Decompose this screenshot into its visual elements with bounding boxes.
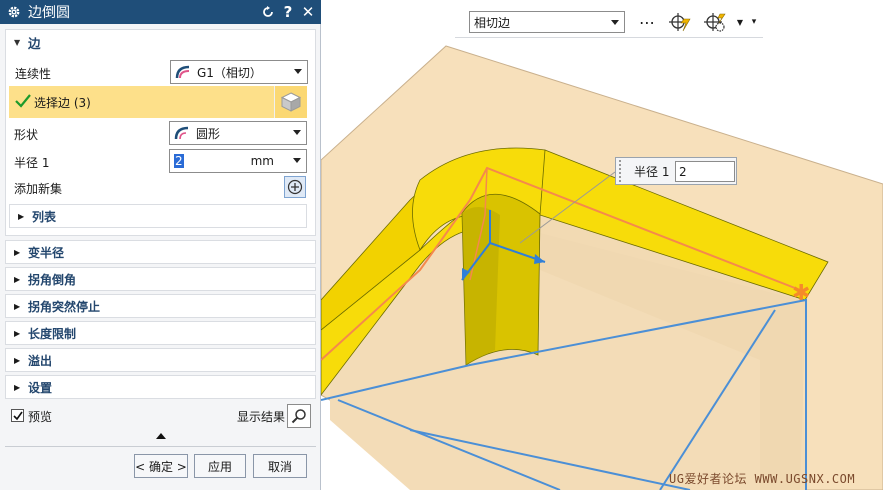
show-result-button[interactable] (287, 404, 311, 428)
group-label: 变半径 (28, 245, 65, 260)
radius-input[interactable]: 2 mm (169, 149, 307, 173)
model-canvas[interactable]: ✱ (321, 0, 883, 490)
footer-separator (5, 446, 316, 447)
expand-arrow-icon: ▼ (14, 37, 21, 47)
graphics-viewport[interactable]: ✱ UG爱好者论坛 WWW.UGSNX.COM (321, 0, 883, 490)
snap-point-icon[interactable] (667, 9, 693, 35)
overflow-group[interactable]: ▶ 溢出 (5, 348, 316, 372)
edge-group-header[interactable]: ▼ 边 (6, 30, 315, 54)
list-label: 列表 (32, 209, 57, 224)
watermark: UG爱好者论坛 WWW.UGSNX.COM (669, 472, 856, 486)
preview-checkbox[interactable] (11, 409, 24, 422)
shape-circular-icon (174, 126, 189, 140)
select-edge-label: 选择边 (3) (34, 95, 91, 110)
type-filter-select[interactable]: 相切边 (469, 11, 625, 33)
group-label: 溢出 (28, 353, 53, 368)
length-limit-group[interactable]: ▶ 长度限制 (5, 321, 316, 345)
more-options-icon[interactable]: ⋯ (637, 9, 657, 35)
expand-right-arrow-icon: ▶ (14, 274, 21, 284)
plus-circle-icon (287, 179, 303, 195)
dialog-footer: 预览 显示结果 < 确定 > 应用 取消 (0, 400, 321, 490)
select-edge-button[interactable] (274, 86, 307, 118)
edge-blend-dialog: 边倒圆 ? ✕ ▼ 边 连续性 G1（相切） 选择边 (3) 形状 圆形 半径 … (0, 0, 321, 490)
show-result-label: 显示结果 (237, 410, 286, 424)
toolbar-options-icon[interactable]: ▾ (749, 9, 759, 35)
group-label: 拐角突然停止 (28, 299, 101, 314)
variable-radius-group[interactable]: ▶ 变半径 (5, 240, 316, 264)
selection-toolbar: 相切边 ⋯ ▼ ▾ (455, 6, 763, 38)
expand-right-arrow-icon: ▶ (14, 328, 21, 338)
dropdown-arrow-icon[interactable]: ▼ (735, 9, 745, 35)
shape-select[interactable]: 圆形 (169, 121, 307, 145)
select-edge-row[interactable]: 选择边 (3) (9, 86, 307, 118)
expand-right-arrow-icon: ▶ (14, 355, 21, 365)
blend-continuity-icon (175, 65, 190, 79)
dialog-title: 边倒圆 (28, 5, 70, 21)
expand-right-arrow-icon: ▶ (14, 247, 21, 257)
continuity-value: G1（相切） (197, 65, 262, 80)
cube-icon (280, 92, 302, 112)
corner-setback-group[interactable]: ▶ 拐角倒角 (5, 267, 316, 291)
checkmark-icon (12, 411, 23, 420)
snap-settings-icon[interactable] (703, 9, 731, 35)
dropdown-arrow-icon (611, 20, 619, 25)
group-label: 长度限制 (28, 326, 77, 341)
expand-right-arrow-icon: ▶ (14, 382, 21, 392)
expand-right-arrow-icon: ▶ (14, 301, 21, 311)
list-subgroup[interactable]: ▶ 列表 (9, 204, 307, 228)
magnifier-icon (291, 409, 306, 424)
type-filter-value: 相切边 (474, 15, 511, 30)
check-icon (15, 93, 31, 111)
onscreen-radius-field[interactable]: 2 (675, 161, 735, 182)
edge-group-label: 边 (28, 35, 41, 51)
help-icon[interactable]: ? (279, 3, 297, 21)
expand-right-arrow-icon: ▶ (18, 211, 25, 221)
add-new-set-button[interactable] (284, 176, 306, 198)
group-label: 拐角倒角 (28, 272, 77, 287)
add-set-label: 添加新集 (14, 182, 63, 196)
onscreen-radius-value[interactable]: 2 (679, 165, 687, 179)
collapse-dialog-arrow-icon[interactable] (156, 433, 166, 439)
radius-label: 半径 1 (14, 156, 50, 170)
unit-dropdown-arrow-icon[interactable] (293, 158, 301, 163)
continuity-label: 连续性 (15, 66, 52, 81)
radius-value[interactable]: 2 (174, 154, 184, 168)
onscreen-radius-label: 半径 1 (634, 164, 670, 179)
drag-handle[interactable] (619, 160, 627, 182)
settings-group[interactable]: ▶ 设置 (5, 375, 316, 399)
preview-label: 预览 (28, 410, 53, 424)
shape-label: 形状 (14, 128, 39, 142)
group-label: 设置 (28, 380, 53, 395)
radius-unit: mm (250, 154, 274, 168)
dropdown-arrow-icon (293, 130, 301, 135)
close-icon[interactable]: ✕ (299, 3, 317, 21)
dropdown-arrow-icon (294, 69, 302, 74)
radius-onscreen-input: 半径 1 2 (615, 157, 737, 185)
apply-button[interactable]: 应用 (194, 454, 246, 478)
cancel-button[interactable]: 取消 (253, 454, 307, 478)
continuity-select[interactable]: G1（相切） (170, 60, 308, 84)
stop-short-of-corner-group[interactable]: ▶ 拐角突然停止 (5, 294, 316, 318)
gear-icon[interactable] (6, 4, 22, 20)
dialog-titlebar: 边倒圆 ? ✕ (0, 0, 321, 24)
reset-icon[interactable] (259, 3, 277, 21)
ok-button[interactable]: < 确定 > (134, 454, 188, 478)
shape-value: 圆形 (196, 126, 221, 141)
